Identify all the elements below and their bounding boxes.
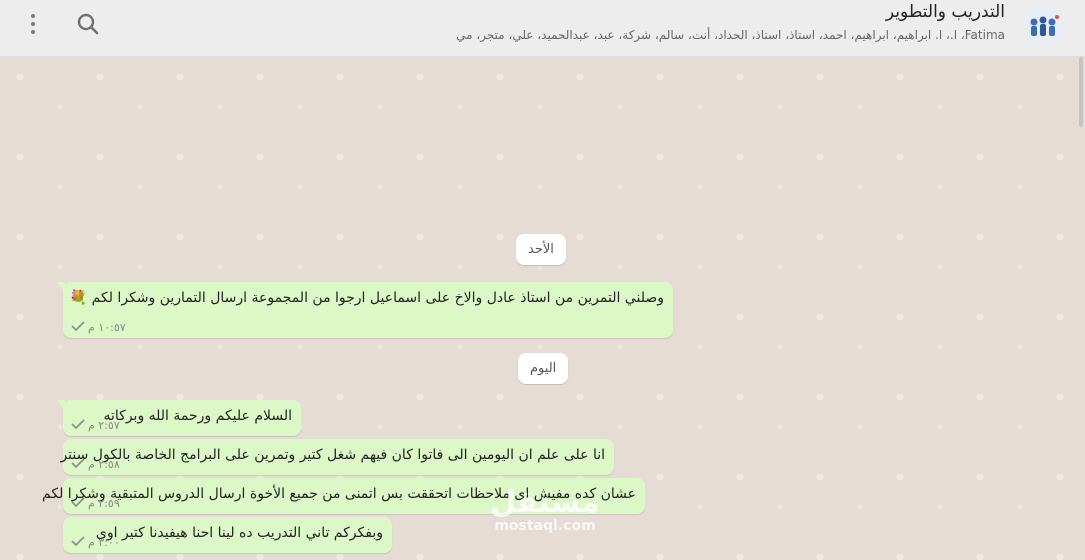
watermark-logo: مستقل mostaql.com (470, 485, 620, 535)
message-text: وصلني التمرين من استاذ عادل والاخ على اس… (69, 290, 664, 306)
group-title[interactable]: التدريب والتطوير (886, 2, 1005, 22)
watermark-arabic: مستقل (490, 485, 600, 520)
check-icon (71, 419, 85, 432)
bubble-tail (57, 282, 65, 292)
check-icon (71, 458, 85, 471)
message-text: وبفكركم تاني التدريب ده لينا احنا هيفيدن… (95, 525, 383, 541)
message-bubble[interactable]: وبفكركم تاني التدريب ده لينا احنا هيفيدن… (63, 517, 392, 553)
message-meta: ٣:٠٠ م (71, 536, 120, 549)
menu-dot (31, 22, 35, 26)
menu-dot (31, 30, 35, 34)
message-time: ٢:٥٧ م (88, 419, 120, 432)
check-icon (71, 536, 85, 549)
message-text: انا على علم ان اليومين الى فاتوا كان فيه… (60, 447, 605, 463)
message-meta: ٢:٥٩ م (71, 497, 120, 510)
message-bubble[interactable]: السلام عليكم ورحمة الله وبركاته ٢:٥٧ م (57, 400, 301, 436)
date-separator-sunday: الأحد (516, 234, 566, 265)
search-icon[interactable] (74, 10, 102, 38)
watermark-latin: mostaql.com (494, 518, 596, 534)
chat-header: التدريب والتطوير Fatima، ا.، ا. ابراهيم،… (0, 0, 1085, 57)
menu-dot (31, 14, 35, 18)
group-members[interactable]: Fatima، ا.، ا. ابراهيم، ابراهيم، احمد، ا… (456, 28, 1005, 42)
message-time: ١٠:٥٧ م (88, 321, 126, 334)
bubble-tail (57, 400, 65, 410)
message-time: ٢:٥٨ م (88, 458, 120, 471)
message-bubble[interactable]: وصلني التمرين من استاذ عادل والاخ على اس… (57, 282, 673, 338)
message-time: ٢:٥٩ م (88, 497, 120, 510)
message-meta: ٢:٥٧ م (71, 419, 120, 432)
menu-dots-icon[interactable] (20, 10, 46, 38)
message-bubble[interactable]: انا على علم ان اليومين الى فاتوا كان فيه… (60, 439, 614, 475)
group-avatar[interactable] (1023, 6, 1063, 46)
message-time: ٣:٠٠ م (88, 536, 120, 549)
message-meta: ٢:٥٨ م (71, 458, 120, 471)
message-text: السلام عليكم ورحمة الله وبركاته (103, 408, 292, 424)
date-separator-today: اليوم (518, 353, 569, 384)
check-icon (71, 497, 85, 510)
message-meta: ١٠:٥٧ م (71, 321, 126, 334)
check-icon (71, 321, 85, 334)
scrollbar[interactable] (1079, 57, 1083, 127)
